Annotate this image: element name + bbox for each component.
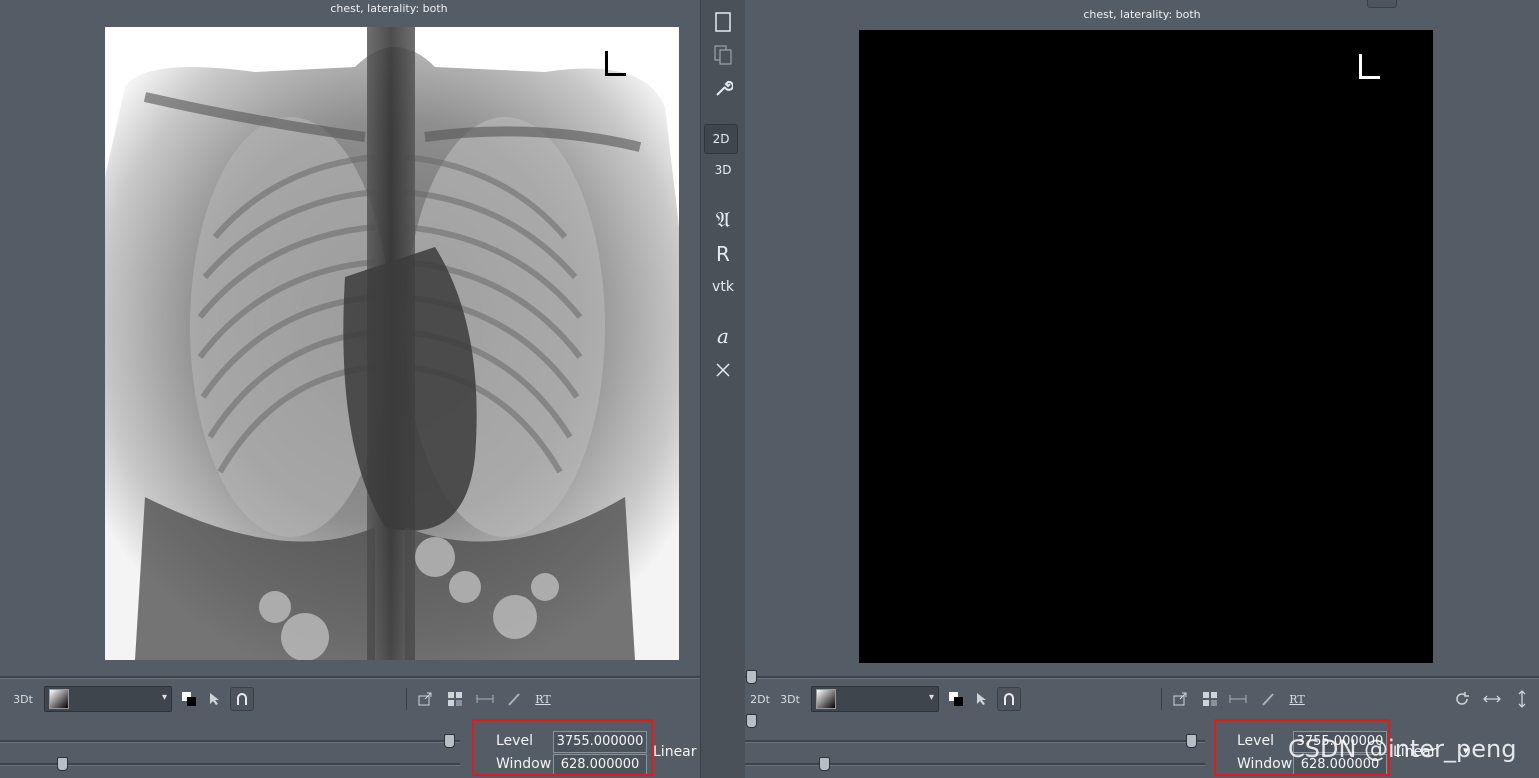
right-slider-start-handle[interactable] (746, 714, 757, 728)
chevron-down-icon: ▾ (928, 692, 934, 703)
left-window-slider-handle[interactable] (57, 757, 68, 771)
right-window-slider-handle[interactable] (819, 757, 830, 771)
left-frame-slider-track[interactable] (0, 676, 700, 679)
intersection-icon[interactable] (230, 687, 254, 711)
left-viewer-panel: chest, laterality: both 3Dt ▾ RT Level 3… (0, 0, 700, 778)
rt-icon[interactable]: RT (1286, 688, 1308, 710)
mode-3d-button[interactable]: 3D (709, 156, 737, 184)
toolbar-separator (1161, 688, 1162, 710)
pointer-icon[interactable] (204, 688, 226, 710)
grid-layout-icon[interactable] (444, 688, 466, 710)
left-level-slider-track[interactable] (0, 740, 460, 743)
right-image-caption: chest, laterality: both (1083, 8, 1201, 21)
toolbar-separator (406, 688, 407, 710)
copy-view-icon[interactable] (709, 41, 737, 69)
left-window-slider-track[interactable] (0, 763, 460, 766)
vertical-toolbar: 2D 3D 𝔄 R vtk a (700, 0, 746, 778)
right-frame-slider-track[interactable] (745, 676, 1539, 679)
ruler-icon[interactable] (1227, 688, 1249, 710)
intersection-icon[interactable] (997, 687, 1021, 711)
pointer-icon[interactable] (971, 688, 993, 710)
mode-2dt-button[interactable]: 2Dt (749, 688, 771, 710)
right-level-slider-handle[interactable] (1186, 734, 1197, 748)
right-viewer-panel: chest, laterality: both 2Dt 3Dt ▾ RT Lev… (745, 0, 1539, 778)
export-icon[interactable] (414, 688, 436, 710)
right-level-slider-track[interactable] (745, 740, 1205, 743)
fraktur-a-icon[interactable]: 𝔄 (709, 206, 737, 234)
lut-gradient-swatch (49, 689, 69, 709)
lut-select[interactable]: ▾ (44, 686, 172, 712)
renderer-vtk-button[interactable]: vtk (709, 273, 737, 301)
flip-vertical-icon[interactable] (1511, 688, 1533, 710)
rt-icon[interactable]: RT (532, 688, 554, 710)
watermark-text: CSDN @inter_peng (1288, 735, 1517, 763)
color-swap-icon[interactable] (178, 688, 200, 710)
mode-3dt-button[interactable]: 3Dt (12, 688, 34, 710)
close-icon[interactable] (709, 356, 737, 384)
right-viewer-toolbar: 2Dt 3Dt ▾ RT (745, 684, 1539, 714)
ruler-icon[interactable] (474, 688, 496, 710)
lut-select[interactable]: ▾ (811, 686, 939, 712)
left-image-caption: chest, laterality: both (330, 2, 448, 15)
right-orientation-marker-icon (1359, 54, 1380, 79)
mode-3dt-button[interactable]: 3Dt (779, 688, 801, 710)
right-window-slider-track[interactable] (745, 763, 1205, 766)
single-view-icon[interactable] (709, 8, 737, 36)
mode-2d-button[interactable]: 2D (704, 124, 738, 154)
pen-icon[interactable] (503, 688, 525, 710)
left-orientation-marker-icon (605, 51, 626, 76)
flip-horizontal-icon[interactable] (1481, 688, 1503, 710)
left-interpolation-label[interactable]: Linear (653, 744, 697, 760)
pen-icon[interactable] (1257, 688, 1279, 710)
color-swap-icon[interactable] (945, 688, 967, 710)
wrench-icon[interactable] (709, 74, 737, 102)
right-frame-slider-handle[interactable] (746, 670, 757, 684)
lut-gradient-swatch (816, 689, 836, 709)
rotate-icon[interactable] (1451, 688, 1473, 710)
right-image-viewport[interactable] (859, 30, 1433, 663)
top-right-button[interactable] (1367, 0, 1397, 8)
chevron-down-icon: ▾ (161, 692, 167, 703)
chest-xray-graphic (105, 27, 679, 660)
left-xray-image[interactable] (105, 27, 679, 660)
font-a-button[interactable]: a (709, 322, 737, 350)
renderer-r-button[interactable]: R (709, 240, 737, 268)
export-icon[interactable] (1169, 688, 1191, 710)
left-level-window-highlight (472, 719, 653, 776)
left-viewer-toolbar: 3Dt ▾ RT (0, 684, 700, 714)
left-level-slider-handle[interactable] (444, 734, 455, 748)
grid-layout-icon[interactable] (1199, 688, 1221, 710)
